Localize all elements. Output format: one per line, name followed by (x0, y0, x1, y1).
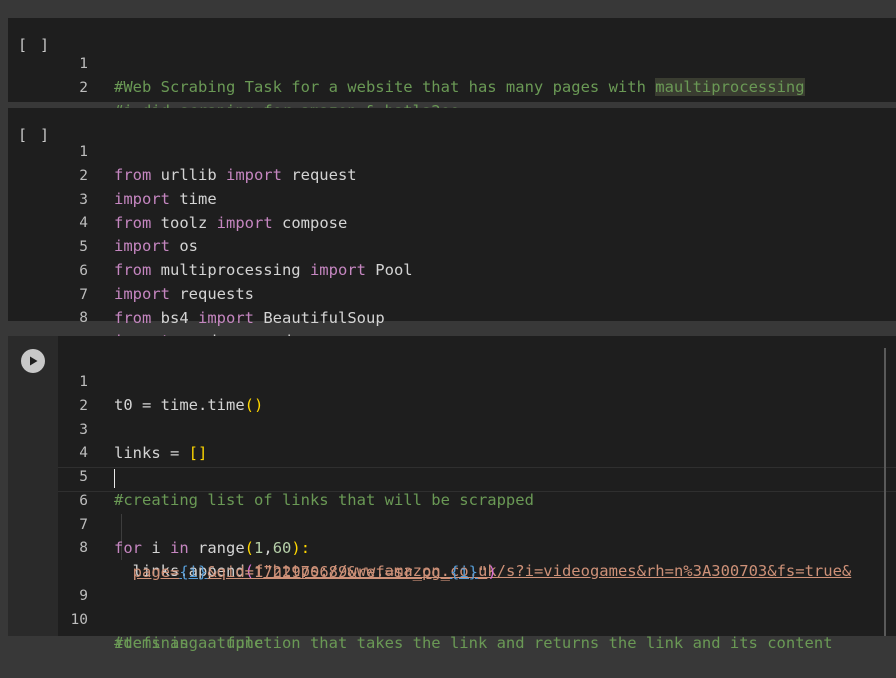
top-bar (0, 0, 896, 18)
code-line: 6 import requests (8, 237, 254, 303)
code-text: import os (114, 237, 198, 255)
code-line: 7 for i in range(1,60): (8, 491, 310, 557)
code-text: page={i}&qid=1722970689&ref=sr_pg_{i}") (132, 563, 497, 581)
code-line: 4 (8, 419, 88, 461)
code-line-wrapped: page={i}&qid=1722970689&ref=sr_pg_{i}") (8, 538, 497, 581)
code-line: 2 import time (8, 142, 216, 208)
code-line-wrapped: items as a tuple (8, 609, 263, 652)
code-line: 7 from bs4 import BeautifulSoup (8, 261, 384, 327)
code-text: from toolz import compose (114, 214, 348, 232)
code-line: 1 t0 = time.time() (8, 348, 263, 414)
code-cell-1[interactable]: [ ] 1 #Web Scrabing Task for a website t… (8, 18, 896, 120)
notebook-page: [ ] 1 #Web Scrabing Task for a website t… (0, 0, 896, 652)
code-line: 4 import os (8, 189, 198, 255)
code-line: 1 #Web Scrabing Task for a website that … (8, 30, 805, 96)
code-line: 8 links.append(f"https://www.amazon.co.u… (8, 514, 851, 580)
code-line: 3 from toolz import compose (8, 166, 347, 232)
code-line: 8 import pandas as pd (8, 284, 291, 350)
code-line: 9 (8, 562, 88, 604)
code-text: #creating list of links that will be scr… (114, 491, 534, 509)
line-number: 8 (79, 310, 88, 326)
code-text: #Web Scrabing Task for a website that ha… (114, 78, 805, 96)
vertical-scrollbar[interactable] (884, 348, 886, 636)
code-line: 10 #defining a function that takes the l… (8, 586, 833, 652)
code-text: t0 = time.time() (114, 396, 264, 414)
code-line: 5 from multiprocessing import Pool (8, 213, 412, 279)
code-text: from urllib import request (114, 166, 357, 184)
code-text: from multiprocessing import Pool (114, 261, 413, 279)
code-cell-3-active[interactable]: 1 t0 = time.time() 2 3 links = [] 4 5 #c… (8, 336, 896, 652)
code-line: 6 (8, 467, 88, 509)
code-text: for i in range(1,60): (114, 539, 311, 557)
code-text: from bs4 import BeautifulSoup (114, 309, 385, 327)
code-text: links = [] (114, 444, 208, 462)
code-text: items as a tuple (114, 634, 264, 652)
code-line: 3 links = [] (8, 396, 207, 462)
code-cell-2[interactable]: [ ] 1 from urllib import request 2 impor… (8, 108, 896, 350)
code-line: 2 #i did scraping for amazon & hatla2ee (8, 54, 459, 120)
code-line: 2 (8, 372, 88, 414)
text-cursor (114, 469, 115, 488)
line-number: 2 (79, 80, 88, 96)
code-text: import time (114, 190, 217, 208)
code-text: import requests (114, 285, 254, 303)
code-line: 5 #creating list of links that will be s… (8, 443, 534, 509)
code-line: 1 from urllib import request (8, 118, 356, 184)
